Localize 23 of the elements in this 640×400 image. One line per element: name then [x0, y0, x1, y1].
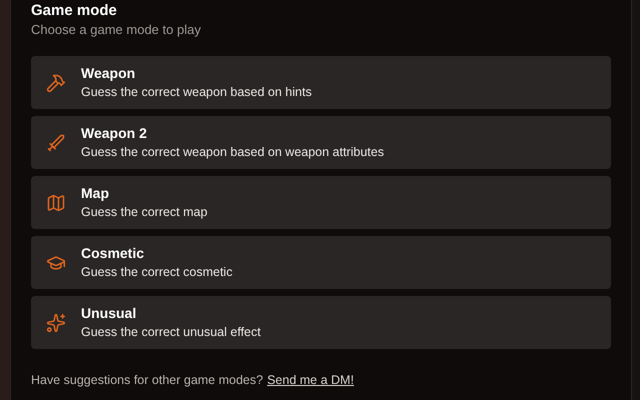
dm-link[interactable]: Send me a DM! — [267, 371, 354, 390]
game-mode-card[interactable]: Weapon 2 Guess the correct weapon based on weapon attributes — [31, 116, 611, 169]
mode-description: Guess the correct weapon based on weapon attributes — [81, 144, 384, 161]
mode-description: Guess the correct map — [81, 204, 208, 221]
dialog-subtitle: Choose a game mode to play — [31, 21, 201, 39]
mode-title: Weapon 2 — [81, 124, 148, 142]
game-mode-card[interactable]: Weapon Guess the correct weapon based on hints — [31, 56, 611, 109]
footer-text: Have suggestions for other game modes? — [31, 372, 264, 389]
dialog-title: Game mode — [31, 1, 117, 21]
mode-title: Unusual — [81, 304, 138, 322]
hammer-icon — [46, 72, 66, 92]
sparkles-icon — [46, 312, 66, 332]
mode-description: Guess the correct cosmetic — [81, 264, 232, 281]
map-icon — [46, 192, 66, 212]
mode-title: Cosmetic — [81, 244, 146, 262]
mode-description: Guess the correct weapon based on hints — [81, 84, 312, 101]
game-mode-card[interactable]: Cosmetic Guess the correct cosmetic — [31, 236, 611, 289]
game-mode-card[interactable]: Map Guess the correct map — [31, 176, 611, 229]
mode-title: Weapon — [81, 64, 136, 82]
sword-icon — [46, 132, 66, 152]
game-mode-card[interactable]: Unusual Guess the correct unusual effect — [31, 296, 611, 349]
mode-title: Map — [81, 184, 110, 202]
mode-description: Guess the correct unusual effect — [81, 324, 261, 341]
